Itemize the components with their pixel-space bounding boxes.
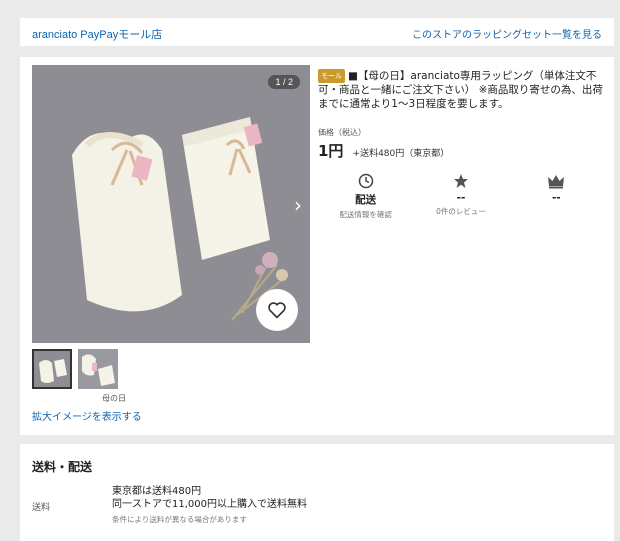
next-image-arrow-icon[interactable]: › [294, 193, 302, 217]
enlarge-image-link[interactable]: 拡大イメージを表示する [32, 408, 142, 423]
heart-icon [268, 302, 286, 319]
review-count-link[interactable]: 0件のレビュー [413, 206, 508, 217]
product-info: モール ■【母の日】aranciato専用ラッピング（単体注文不可・商品と一緒にご… [318, 69, 604, 220]
product-title-text: ■【母の日】aranciato専用ラッピング（単体注文不可・商品と一緒にご注文下… [318, 70, 603, 110]
thumbnail-caption: 母の日 [102, 394, 126, 403]
crown-icon [548, 175, 565, 189]
delivery-stat: 配送 配送情報を確認 [318, 173, 413, 220]
mall-badge: モール [318, 69, 345, 83]
price-value: 1円 [318, 142, 344, 160]
delivery-info-link[interactable]: 配送情報を確認 [318, 209, 413, 220]
wrapping-set-list-link[interactable]: このストアのラッピングセット一覧を見る [412, 26, 602, 41]
review-stat: -- 0件のレビュー [413, 173, 508, 220]
store-header: aranciato PayPayモール店 このストアのラッピングセット一覧を見る [20, 18, 614, 46]
review-rating: -- [456, 192, 466, 204]
shipping-label: 送料 [32, 503, 51, 513]
thumbnail-1[interactable] [32, 349, 72, 389]
product-stats: 配送 配送情報を確認 -- 0件のレビュー -- [318, 173, 604, 220]
delivery-value: 配送 [355, 194, 377, 206]
thumbnail-image [78, 349, 118, 389]
shipping-note: 条件により送料が異なる場合があります [112, 515, 247, 524]
price-label: 価格（税込） [318, 128, 366, 137]
store-name-link[interactable]: aranciato PayPayモール店 [32, 26, 162, 42]
thumbnail-strip [32, 349, 118, 389]
shipping-fee: +送料480円（東京都） [352, 149, 450, 159]
product-card: 1 / 2 › 母の日 拡大イメージを表示する モール ■【母の日】aranci… [20, 57, 614, 435]
shipping-section: 送料・配送 送料 東京都は送料480円 同一ストアで11,000円以上購入で送料… [20, 444, 614, 541]
ranking-stat: -- [509, 173, 604, 220]
clock-icon [358, 173, 373, 189]
ranking-value: -- [551, 192, 561, 204]
price-row: 1円 +送料480円（東京都） [318, 140, 604, 161]
shipping-details: 東京都は送料480円 同一ストアで11,000円以上購入で送料無料 条件により送… [112, 485, 307, 526]
thumbnail-2[interactable] [78, 349, 118, 389]
image-counter: 1 / 2 [268, 75, 300, 89]
thumbnail-image [34, 351, 70, 387]
product-title: モール ■【母の日】aranciato専用ラッピング（単体注文不可・商品と一緒にご… [318, 69, 604, 111]
favorite-button[interactable] [256, 289, 298, 331]
star-icon [453, 174, 468, 188]
shipping-line-2: 同一ストアで11,000円以上購入で送料無料 [112, 499, 307, 510]
product-image-gallery[interactable]: 1 / 2 › [32, 65, 310, 343]
shipping-line-1: 東京都は送料480円 [112, 486, 202, 497]
shipping-heading: 送料・配送 [32, 460, 93, 474]
